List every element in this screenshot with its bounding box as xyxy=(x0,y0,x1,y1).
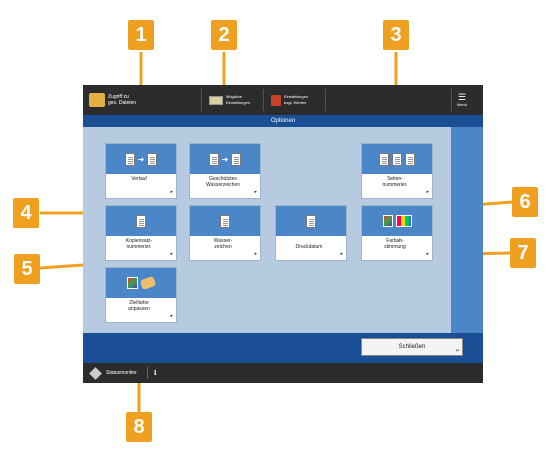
divider xyxy=(263,89,264,111)
value-settings-button[interactable]: Einstellungen bzgl. Werten xyxy=(271,85,308,115)
copy-set-numbering-label-2: nummerier. xyxy=(126,244,152,250)
watermark-label-2: zeichen xyxy=(214,244,232,250)
callout-7: 7 xyxy=(510,238,536,268)
history-icon: ➜ xyxy=(106,144,176,174)
settings-label-2: Einstellungen xyxy=(226,100,251,105)
menu-label: Menü xyxy=(457,101,468,107)
print-date-label: Druckdatum xyxy=(295,244,323,250)
status-monitor-icon[interactable] xyxy=(89,366,102,380)
settings-icon xyxy=(209,95,223,105)
watermark-button[interactable]: Wasser- zeichen ▸ xyxy=(189,205,261,261)
page-numbering-label-2: nummerier. xyxy=(382,182,408,188)
chevron-icon: ▸ xyxy=(170,189,173,195)
color-balance-button[interactable]: Farbab- stimmung ▸ xyxy=(361,205,433,261)
folder-icon xyxy=(89,93,105,107)
chevron-icon: ▸ xyxy=(170,313,173,319)
target-color-icon xyxy=(106,268,176,298)
chevron-icon: ▸ xyxy=(254,251,257,257)
page-numbering-icon xyxy=(362,144,432,174)
print-date-button[interactable]: Druckdatum ▸ xyxy=(275,205,347,261)
close-label: Schließen xyxy=(398,344,426,350)
target-color-button[interactable]: Zielfarbe anpassen ▸ xyxy=(105,267,177,323)
callout-8: 8 xyxy=(126,412,152,442)
chevron-icon: ▸ xyxy=(340,251,343,257)
copy-set-numbering-icon xyxy=(106,206,176,236)
divider xyxy=(325,89,326,111)
target-color-label-2: anpassen xyxy=(128,306,150,312)
info-icon[interactable]: ℹ xyxy=(154,369,157,377)
divider xyxy=(146,367,148,379)
page-title: Optionen xyxy=(83,115,483,127)
shared-files-button[interactable]: Zugriff zu ges. Dateien xyxy=(89,85,136,115)
scrollbar[interactable] xyxy=(451,127,483,333)
enter-icon: ↵ xyxy=(455,348,460,354)
options-panel: ➜ Verlauf ▸ ➜ Geschütztes Wasserzeichen … xyxy=(83,127,483,327)
top-bar: Zugriff zu ges. Dateien Mögliche Einstel… xyxy=(83,85,483,115)
shared-files-label-2: ges. Dateien xyxy=(108,100,137,106)
callout-1: 1 xyxy=(128,20,154,50)
callout-4: 4 xyxy=(13,198,39,228)
callout-5: 5 xyxy=(14,254,40,284)
history-button[interactable]: ➜ Verlauf ▸ xyxy=(105,143,177,199)
divider xyxy=(451,89,452,111)
value-settings-label-2: bzgl. Werten xyxy=(284,100,307,105)
settings-button[interactable]: Mögliche Einstellungen xyxy=(209,85,250,115)
chevron-icon: ▸ xyxy=(426,251,429,257)
watermark-icon xyxy=(190,206,260,236)
secure-watermark-icon: ➜ xyxy=(190,144,260,174)
color-balance-label-2: stimmung xyxy=(384,244,406,250)
secure-watermark-button[interactable]: ➜ Geschütztes Wasserzeichen ▸ xyxy=(189,143,261,199)
secure-watermark-label-2: Wasserzeichen xyxy=(206,182,240,188)
status-bar: Statusmonitor ℹ xyxy=(83,363,483,383)
status-monitor-label[interactable]: Statusmonitor xyxy=(106,370,137,376)
divider xyxy=(201,89,202,111)
history-label: Verlauf xyxy=(131,176,147,182)
print-date-icon xyxy=(276,206,346,236)
callout-6: 6 xyxy=(512,187,538,217)
callout-2: 2 xyxy=(211,20,237,50)
menu-icon: ☰ xyxy=(457,91,467,102)
chevron-icon: ▸ xyxy=(426,189,429,195)
bottom-bar: Schließen ↵ xyxy=(83,333,483,363)
page-numbering-button[interactable]: Seiten- nummerier. ▸ xyxy=(361,143,433,199)
close-button[interactable]: Schließen ↵ xyxy=(361,338,463,356)
copy-set-numbering-button[interactable]: Kopiensatz- nummerier. ▸ xyxy=(105,205,177,261)
device-screen: Zugriff zu ges. Dateien Mögliche Einstel… xyxy=(83,85,483,383)
chevron-icon: ▸ xyxy=(254,189,257,195)
menu-button[interactable]: ☰ Menü xyxy=(457,85,467,115)
chevron-icon: ▸ xyxy=(170,251,173,257)
value-settings-icon xyxy=(271,94,281,106)
callout-3: 3 xyxy=(383,20,409,50)
color-balance-icon xyxy=(362,206,432,236)
